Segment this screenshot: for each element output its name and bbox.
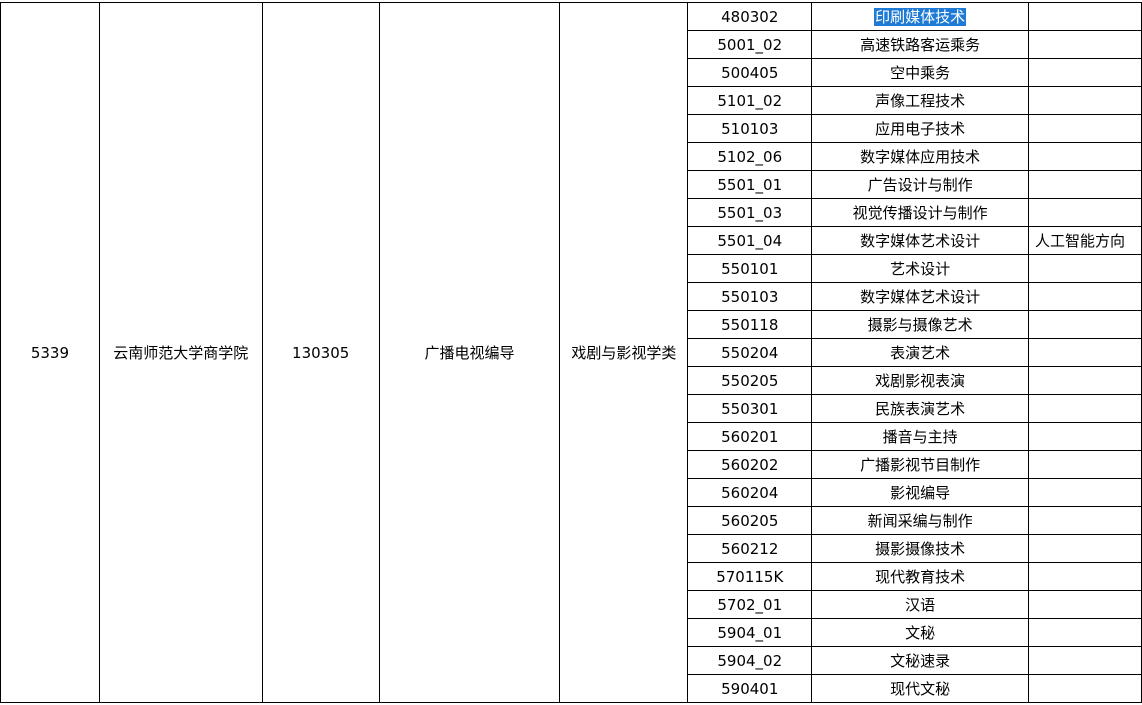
remark-cell[interactable] (1027, 86, 1142, 115)
remark-cell[interactable] (1027, 254, 1142, 283)
vocational-code-cell[interactable]: 480302 (687, 2, 813, 31)
vocational-name-cell[interactable]: 摄影摄像技术 (811, 534, 1029, 563)
vocational-name-cell[interactable]: 摄影与摄像艺术 (811, 310, 1029, 339)
vocational-name-cell[interactable]: 数字媒体艺术设计 (811, 226, 1029, 255)
vocational-name-cell[interactable]: 声像工程技术 (811, 86, 1029, 115)
vocational-name-cell[interactable]: 广告设计与制作 (811, 170, 1029, 199)
vocational-code-cell[interactable]: 570115K (687, 562, 813, 591)
remark-cell[interactable] (1027, 506, 1142, 535)
vocational-name-cell[interactable]: 印刷媒体技术 (811, 2, 1029, 31)
vocational-code-cell[interactable]: 500405 (687, 58, 813, 87)
major-code-cell[interactable]: 130305 (261, 2, 380, 703)
remark-cell[interactable] (1027, 142, 1142, 171)
remark-cell[interactable] (1027, 618, 1142, 647)
remark-cell[interactable] (1027, 198, 1142, 227)
remark-cell[interactable] (1027, 30, 1142, 59)
remark-cell[interactable] (1027, 422, 1142, 451)
vocational-name-cell[interactable]: 数字媒体艺术设计 (811, 282, 1029, 311)
remark-cell[interactable] (1027, 338, 1142, 367)
vocational-code-cell[interactable]: 550301 (687, 394, 813, 423)
remark-cell[interactable] (1027, 590, 1142, 619)
vocational-code-cell[interactable]: 550204 (687, 338, 813, 367)
vocational-name-cell[interactable]: 现代教育技术 (811, 562, 1029, 591)
remark-cell[interactable] (1027, 58, 1142, 87)
vocational-name-cell[interactable]: 汉语 (811, 590, 1029, 619)
major-name-cell[interactable]: 广播电视编导 (378, 2, 561, 703)
school-name-cell[interactable]: 云南师范大学商学院 (98, 2, 263, 703)
vocational-code-cell[interactable]: 5501_01 (687, 170, 813, 199)
table-row: 5339 云南师范大学商学院 130305 广播电视编导 戏剧与影视学类 480302 印刷… (0, 2, 1142, 703)
vocational-name-cell[interactable]: 文秘速录 (811, 646, 1029, 675)
remark-cell[interactable] (1027, 366, 1142, 395)
vocational-code-cell[interactable]: 560202 (687, 450, 813, 479)
vocational-name-cell[interactable]: 广播影视节目制作 (811, 450, 1029, 479)
remark-cell[interactable] (1027, 450, 1142, 479)
vocational-name-cell[interactable]: 艺术设计 (811, 254, 1029, 283)
school-code-cell[interactable]: 5339 (0, 2, 100, 703)
vocational-name-cell[interactable]: 新闻采编与制作 (811, 506, 1029, 535)
vocational-code-cell[interactable]: 5101_02 (687, 86, 813, 115)
vocational-code-cell[interactable]: 5904_02 (687, 646, 813, 675)
remark-cell[interactable] (1027, 562, 1142, 591)
vocational-code-cell[interactable]: 5501_04 (687, 226, 813, 255)
vocational-name-cell[interactable]: 空中乘务 (811, 58, 1029, 87)
remark-cell[interactable] (1027, 2, 1142, 31)
remark-cell[interactable]: 人工智能方向 (1027, 226, 1142, 255)
vocational-code-cell[interactable]: 510103 (687, 114, 813, 143)
vocational-name-cell[interactable]: 表演艺术 (811, 338, 1029, 367)
vocational-name-cell[interactable]: 民族表演艺术 (811, 394, 1029, 423)
vocational-name-cell[interactable]: 高速铁路客运乘务 (811, 30, 1029, 59)
remark-cell[interactable] (1027, 114, 1142, 143)
vocational-name-cell[interactable]: 戏剧影视表演 (811, 366, 1029, 395)
remark-cell[interactable] (1027, 170, 1142, 199)
vocational-code-cell[interactable]: 5001_02 (687, 30, 813, 59)
vocational-code-cell[interactable]: 550101 (687, 254, 813, 283)
vocational-code-cell[interactable]: 550205 (687, 366, 813, 395)
remark-cell[interactable] (1027, 310, 1142, 339)
vocational-code-cell[interactable]: 5904_01 (687, 618, 813, 647)
vocational-code-cell[interactable]: 560205 (687, 506, 813, 535)
vocational-code-cell[interactable]: 550103 (687, 282, 813, 311)
vocational-code-cell[interactable]: 590401 (687, 674, 813, 703)
vocational-code-cell[interactable]: 5102_06 (687, 142, 813, 171)
vocational-name-cell[interactable]: 数字媒体应用技术 (811, 142, 1029, 171)
vocational-name-cell[interactable]: 现代文秘 (811, 674, 1029, 703)
vocational-name-cell[interactable]: 影视编导 (811, 478, 1029, 507)
major-mapping-table: 5339 云南师范大学商学院 130305 广播电视编导 戏剧与影视学类 480302 印刷… (0, 2, 1142, 703)
vocational-name-cell[interactable]: 播音与主持 (811, 422, 1029, 451)
remark-cell[interactable] (1027, 646, 1142, 675)
vocational-code-cell[interactable]: 5702_01 (687, 590, 813, 619)
vocational-code-cell[interactable]: 550118 (687, 310, 813, 339)
remark-cell[interactable] (1027, 534, 1142, 563)
vocational-name-cell[interactable]: 视觉传播设计与制作 (811, 198, 1029, 227)
vocational-code-cell[interactable]: 5501_03 (687, 198, 813, 227)
table-body: 5339 云南师范大学商学院 130305 广播电视编导 戏剧与影视学类 480302 印刷… (0, 2, 1142, 703)
selected-text: 印刷媒体技术 (874, 8, 967, 26)
remark-cell[interactable] (1027, 282, 1142, 311)
remark-cell[interactable] (1027, 394, 1142, 423)
vocational-name-cell[interactable]: 应用电子技术 (811, 114, 1029, 143)
vocational-name-cell[interactable]: 文秘 (811, 618, 1029, 647)
major-category-cell[interactable]: 戏剧与影视学类 (559, 2, 689, 703)
remark-cell[interactable] (1027, 478, 1142, 507)
vocational-code-cell[interactable]: 560201 (687, 422, 813, 451)
vocational-code-cell[interactable]: 560212 (687, 534, 813, 563)
remark-cell[interactable] (1027, 674, 1142, 703)
vocational-code-cell[interactable]: 560204 (687, 478, 813, 507)
